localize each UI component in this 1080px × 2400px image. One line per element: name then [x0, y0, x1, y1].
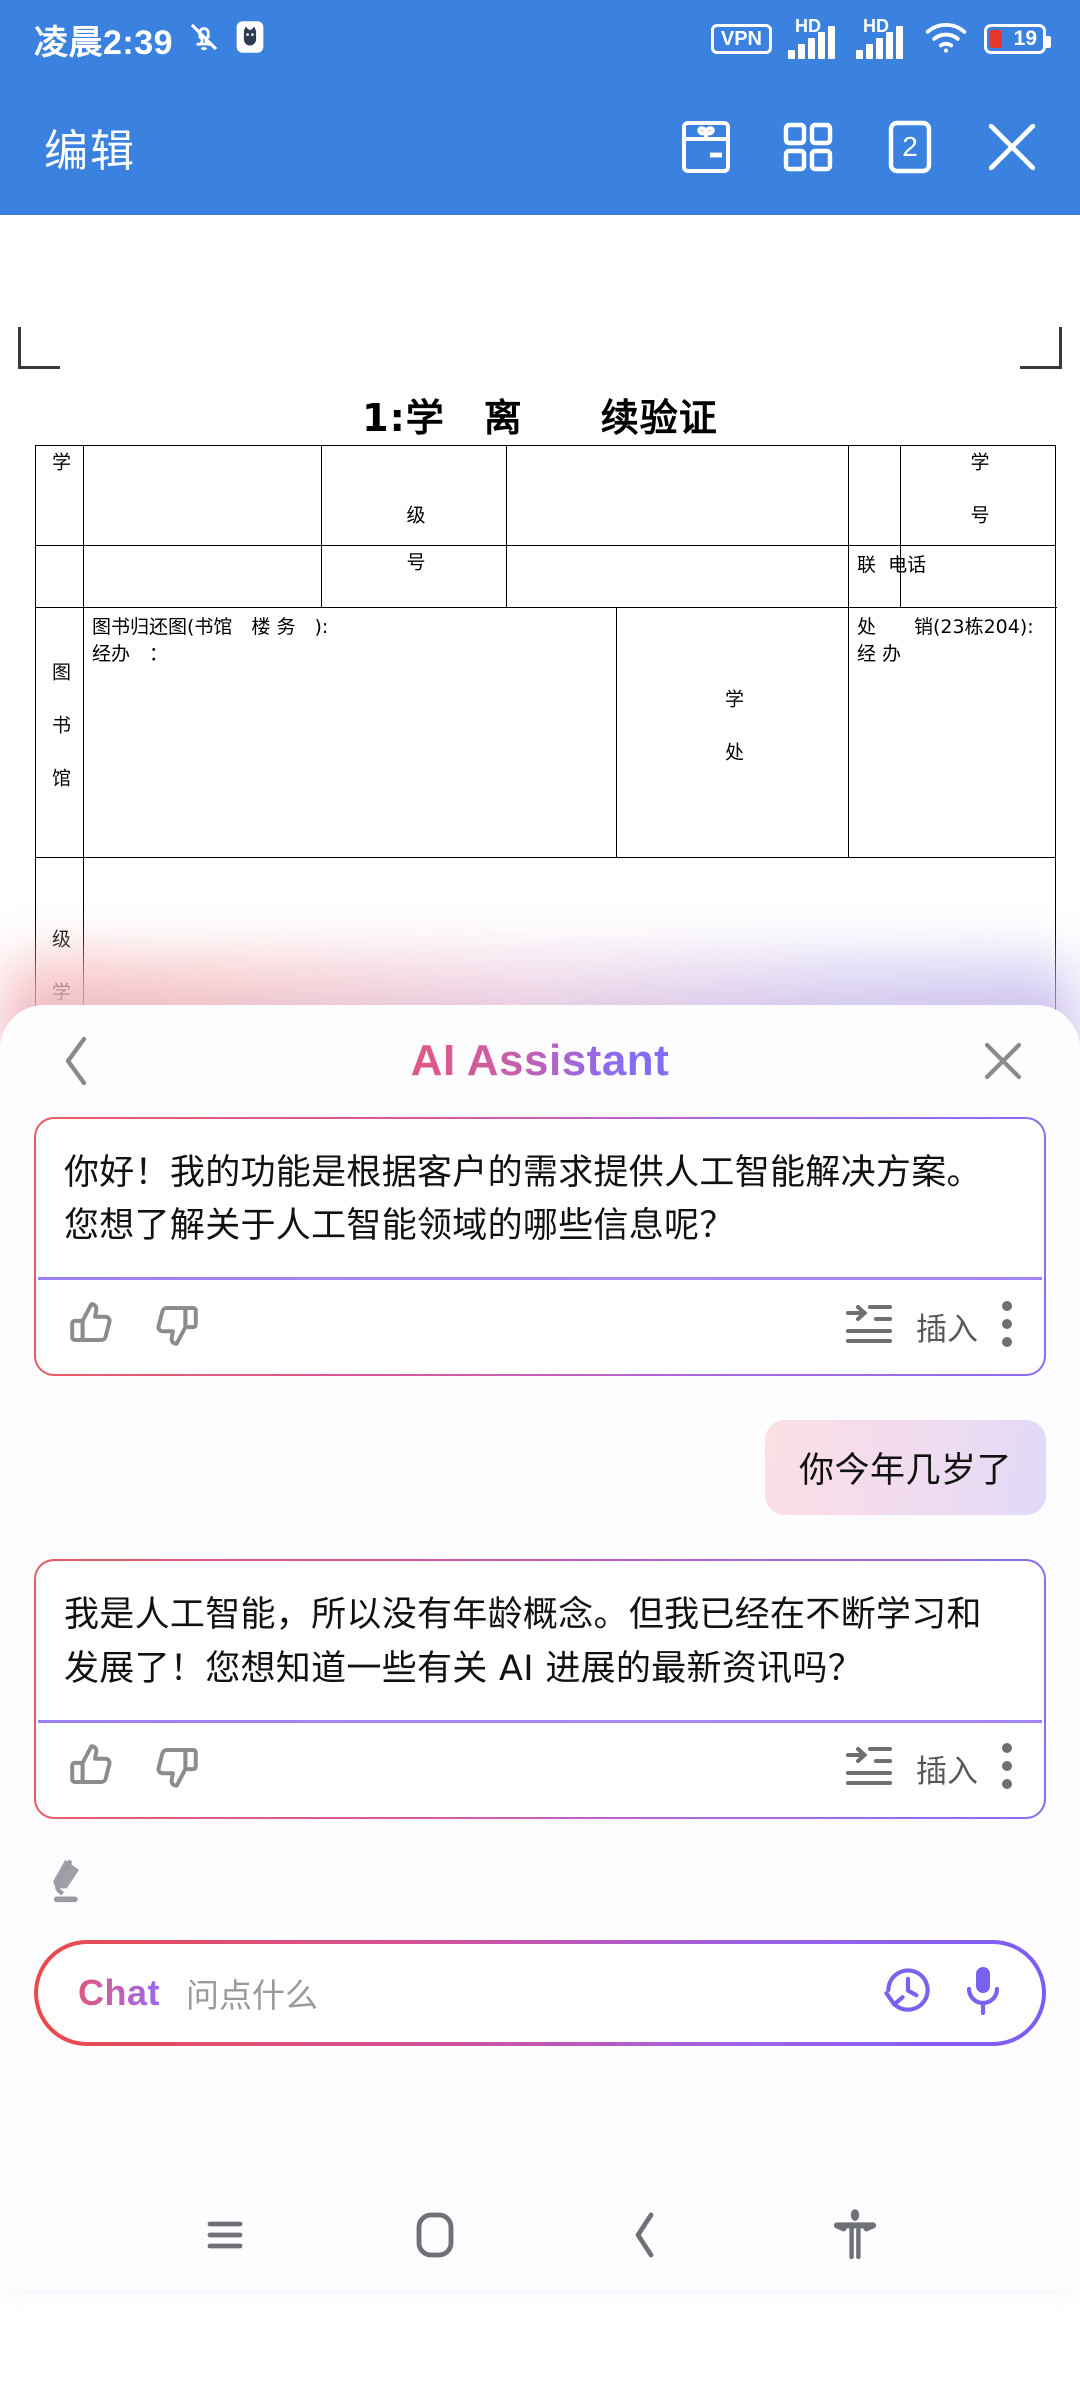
chevron-left-icon[interactable] [46, 1030, 108, 1092]
signal-icon-1: HD [788, 16, 840, 59]
message-divider [38, 1719, 1042, 1723]
feedback-actions [66, 1297, 202, 1356]
vpn-icon: VPN [710, 24, 772, 54]
insert-actions: 插入 [844, 1741, 1014, 1796]
insert-label[interactable]: 插入 [916, 1304, 978, 1349]
assistant-message-bubble: 我是人工智能，所以没有年龄概念。但我已经在不断学习和发展了！您想知道一些有关 A… [34, 1559, 1046, 1818]
close-icon[interactable] [972, 1030, 1034, 1092]
crop-mark-top-left [18, 327, 60, 369]
document-table: 学 级 学 号 号 联 电话 图 书 馆 图书归还图(书馆 楼 务 ): 经办 … [35, 445, 1056, 1035]
ai-message-thread: 你好！我的功能是根据客户的需求提供人工智能解决方案。您想了解关于人工智能领域的哪… [0, 1117, 1080, 1819]
chat-input-icons [882, 1963, 1006, 2022]
wifi-icon [924, 20, 968, 59]
assistant-message-body: 你好！我的功能是根据客户的需求提供人工智能解决方案。您想了解关于人工智能领域的哪… [38, 1121, 1042, 1277]
microphone-icon[interactable] [960, 1963, 1006, 2022]
insert-label[interactable]: 插入 [916, 1746, 978, 1791]
affairs-line-1: 处 销(23栋204): [857, 615, 1034, 638]
cell-blank-2[interactable] [35, 544, 84, 608]
cell-name-value[interactable] [83, 445, 322, 546]
assistant-message-text: 我是人工智能，所以没有年龄概念。但我已经在不断学习和发展了！您想知道一些有关 A… [64, 1595, 982, 1689]
cell-blank-1[interactable] [848, 445, 901, 546]
cell-library-body[interactable]: 图书归还图(书馆 楼 务 ): 经办 ： [83, 606, 617, 858]
home-icon[interactable] [395, 2195, 475, 2275]
grid-apps-icon[interactable] [778, 117, 838, 177]
back-icon[interactable] [605, 2195, 685, 2275]
assistant-message-bubble: 你好！我的功能是根据客户的需求提供人工智能解决方案。您想了解关于人工智能领域的哪… [34, 1117, 1046, 1376]
cell-library-label: 图 书 馆 [35, 606, 84, 858]
library-line-1: 图书归还图(书馆 楼 务 ): [92, 615, 329, 638]
cell-class-value[interactable] [506, 445, 849, 546]
message-action-bar: 插入 [38, 1723, 1042, 1815]
user-message-bubble: 你今年几岁了 [764, 1420, 1046, 1516]
cell-xuehao-label: 学 号 [900, 445, 1056, 546]
recents-menu-icon[interactable] [185, 2195, 265, 2275]
table-row: 号 联 电话 [35, 544, 1056, 608]
cell-xue-label: 学 [35, 445, 84, 546]
ai-panel-title: AI Assistant [410, 1036, 670, 1085]
insert-actions: 插入 [844, 1299, 1014, 1354]
status-bar-right: VPN HD HD 19 [710, 16, 1051, 59]
table-row: 学 级 学 号 [35, 445, 1056, 546]
ai-panel-header: AI Assistant [0, 1005, 1080, 1117]
bell-muted-icon [187, 20, 221, 59]
cell-blank-3[interactable] [83, 544, 322, 608]
thumbs-up-icon[interactable] [66, 1297, 120, 1356]
app-bar-actions: 2 [676, 117, 1042, 177]
status-time: 凌晨2:39 [34, 23, 174, 62]
affairs-line-2: 经 办 [857, 643, 902, 666]
cell-hao-label: 号 [321, 544, 507, 608]
insert-text-icon[interactable] [844, 1301, 894, 1352]
crop-mark-top-right [1020, 327, 1062, 369]
tab-count-label: 2 [902, 130, 918, 162]
battery-icon: 19 [984, 24, 1051, 54]
tab-count-icon[interactable]: 2 [880, 117, 940, 177]
app-bar: 编辑 2 [0, 78, 1080, 215]
accessibility-icon[interactable] [815, 2195, 895, 2275]
signal-icon-2: HD [856, 16, 908, 59]
document-title: 1:学 离 续验证 [362, 396, 718, 440]
chat-input-wrap: Chat 问点什么 [0, 1914, 1080, 2046]
cell-affairs-body[interactable]: 处 销(23栋204): 经 办 [848, 606, 1056, 858]
app-bar-title: 编辑 [44, 126, 136, 176]
cell-phone-label: 联 电话 [848, 544, 926, 608]
chat-input-placeholder[interactable]: 问点什么 [186, 1969, 882, 2017]
message-divider [38, 1277, 1042, 1281]
thumbs-down-icon[interactable] [148, 1739, 202, 1798]
chat-mode-label[interactable]: Chat [78, 1972, 160, 2014]
more-vertical-icon[interactable] [1000, 1741, 1014, 1796]
eraser-icon[interactable] [48, 1859, 104, 1913]
document-canvas[interactable]: 1:学 离 续验证 学 级 学 号 号 联 电话 图 书 馆 图书归还图(书馆 … [0, 215, 1080, 1035]
chat-input-field[interactable]: Chat 问点什么 [34, 1940, 1046, 2046]
library-line-2: 经办 ： [92, 643, 169, 666]
battery-percent-label: 19 [1013, 27, 1037, 50]
more-vertical-icon[interactable] [1000, 1299, 1014, 1354]
message-action-bar: 插入 [38, 1280, 1042, 1372]
feedback-actions [66, 1739, 202, 1798]
cat-badge-icon [235, 20, 265, 59]
status-bar: 凌晨2:39 VPN HD HD 19 [0, 0, 1080, 78]
status-bar-left: 凌晨2:39 [34, 15, 265, 64]
assistant-message-text: 你好！我的功能是根据客户的需求提供人工智能解决方案。您想了解关于人工智能领域的哪… [64, 1153, 982, 1247]
table-row: 图 书 馆 图书归还图(书馆 楼 务 ): 经办 ： 学 处 处 销(23栋20… [35, 606, 1056, 858]
insert-text-icon[interactable] [844, 1743, 894, 1794]
history-icon[interactable] [882, 1964, 934, 2021]
cell-affairs-label: 学 处 [616, 606, 849, 858]
clear-conversation-row [0, 1819, 1080, 1914]
user-message-row: 你今年几岁了 [34, 1420, 1046, 1516]
assistant-message-body: 我是人工智能，所以没有年龄概念。但我已经在不断学习和发展了！您想知道一些有关 A… [38, 1563, 1042, 1719]
gift-box-icon[interactable] [676, 117, 736, 177]
close-icon[interactable] [982, 117, 1042, 177]
ai-assistant-panel: AI Assistant 你好！我的功能是根据客户的需求提供人工智能解决方案。您… [0, 1005, 1080, 2290]
system-navigation-bar [0, 2180, 1080, 2290]
thumbs-down-icon[interactable] [148, 1297, 202, 1356]
thumbs-up-icon[interactable] [66, 1739, 120, 1798]
cell-blank-4[interactable] [506, 544, 849, 608]
cell-ji-label: 级 [321, 445, 507, 546]
